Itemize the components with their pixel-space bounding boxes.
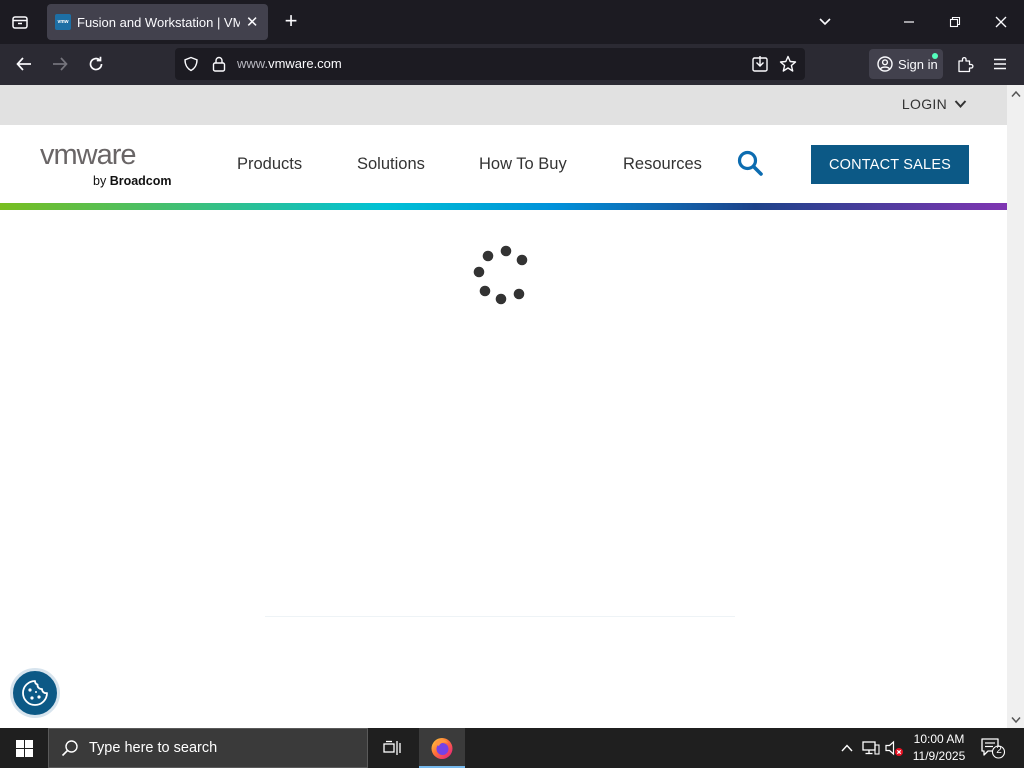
start-button[interactable] — [0, 728, 48, 768]
puzzle-icon — [958, 57, 974, 73]
firefox-taskbar-button[interactable] — [419, 728, 465, 768]
notifications-button[interactable]: 2 — [980, 736, 1006, 760]
logo-wordmark: vmware — [40, 139, 137, 171]
logo-byline: by Broadcom — [93, 174, 172, 188]
login-dropdown[interactable]: LOGIN — [902, 96, 967, 112]
sign-in-label: Sign in — [898, 56, 938, 72]
chevron-down-icon — [1010, 716, 1021, 723]
cookie-icon — [22, 680, 48, 706]
spinner-icon — [473, 245, 528, 305]
address-bar[interactable]: www.vmware.com — [175, 48, 805, 80]
active-tab[interactable]: vmw Fusion and Workstation | VMware ✕ — [47, 4, 268, 40]
network-icon — [862, 741, 880, 755]
cookie-settings-button[interactable] — [10, 668, 60, 718]
sign-in-button[interactable]: Sign in — [869, 49, 943, 79]
windows-taskbar: Type here to search 10:00 AM 11/9/2025 2 — [0, 728, 1024, 768]
download-page-icon[interactable] — [751, 55, 769, 73]
login-label: LOGIN — [901, 96, 947, 112]
extensions-button[interactable] — [951, 50, 979, 78]
lock-icon[interactable] — [211, 55, 227, 73]
back-button[interactable] — [10, 50, 38, 78]
minimize-icon — [904, 21, 914, 23]
nav-solutions[interactable]: Solutions — [357, 155, 425, 174]
task-view-button[interactable] — [372, 728, 412, 768]
browser-toolbar: www.vmware.com Sign in — [0, 44, 1024, 85]
page-scrollbar[interactable] — [1007, 85, 1024, 728]
tab-list-button[interactable] — [6, 8, 34, 36]
scroll-down-button[interactable] — [1007, 711, 1024, 728]
tab-close-icon[interactable]: ✕ — [244, 13, 260, 31]
utility-bar: LOGIN — [0, 85, 1007, 125]
chevron-up-icon — [841, 744, 853, 752]
brand-gradient-divider — [0, 203, 1007, 210]
nav-resources[interactable]: Resources — [623, 155, 702, 174]
bookmark-star-icon[interactable] — [779, 55, 797, 73]
task-view-icon — [383, 740, 401, 755]
vmware-logo[interactable]: vmware by Broadcom — [40, 139, 190, 189]
url-text[interactable]: www.vmware.com — [237, 56, 342, 71]
reload-button[interactable] — [82, 50, 110, 78]
clock-time: 10:00 AM — [913, 732, 965, 746]
clock-date: 11/9/2025 — [912, 749, 966, 763]
arrow-right-icon — [53, 57, 68, 71]
minimize-button[interactable] — [894, 8, 924, 36]
scroll-up-button[interactable] — [1007, 85, 1024, 102]
windows-logo-icon — [15, 739, 33, 757]
forward-button[interactable] — [46, 50, 74, 78]
hamburger-menu-icon — [994, 58, 1006, 70]
contact-sales-button[interactable]: CONTACT SALES — [811, 145, 969, 184]
volume-muted-icon — [885, 740, 903, 756]
page-viewport: LOGIN vmware by Broadcom Products Soluti… — [0, 85, 1007, 728]
reload-icon — [89, 56, 103, 71]
vmware-favicon-icon: vmw — [55, 14, 71, 30]
divider — [265, 616, 735, 617]
site-header: vmware by Broadcom Products Solutions Ho… — [0, 125, 1007, 205]
taskbar-search-placeholder: Type here to search — [89, 740, 218, 756]
network-status-button[interactable] — [861, 738, 881, 758]
new-tab-button[interactable]: + — [278, 8, 304, 36]
restore-button[interactable] — [940, 8, 970, 36]
nav-how-to-buy[interactable]: How To Buy — [479, 155, 567, 174]
nav-products[interactable]: Products — [237, 155, 302, 174]
menu-button[interactable] — [986, 50, 1014, 78]
chevron-down-icon — [819, 18, 831, 26]
show-hidden-icons-button[interactable] — [837, 738, 857, 758]
search-icon[interactable] — [736, 149, 764, 177]
arrow-left-icon — [16, 57, 31, 71]
list-all-tabs-button[interactable] — [810, 8, 840, 36]
firefox-icon — [431, 738, 453, 759]
notification-dot — [932, 53, 938, 59]
close-icon — [995, 16, 1007, 28]
chevron-up-icon — [1010, 90, 1021, 97]
tab-title: Fusion and Workstation | VMware — [77, 14, 241, 30]
chevron-down-icon — [954, 100, 967, 108]
notification-count-badge: 2 — [996, 745, 1002, 756]
shield-icon — [184, 56, 198, 72]
restore-icon — [949, 16, 961, 28]
volume-button[interactable] — [884, 738, 904, 758]
taskbar-clock[interactable]: 10:00 AM 11/9/2025 — [906, 731, 972, 765]
account-icon — [877, 56, 893, 72]
search-icon — [61, 740, 78, 757]
tab-list-icon — [12, 16, 28, 29]
taskbar-search-box[interactable]: Type here to search — [48, 728, 368, 768]
close-window-button[interactable] — [986, 8, 1016, 36]
browser-tab-strip: vmw Fusion and Workstation | VMware ✕ + — [0, 0, 1024, 44]
